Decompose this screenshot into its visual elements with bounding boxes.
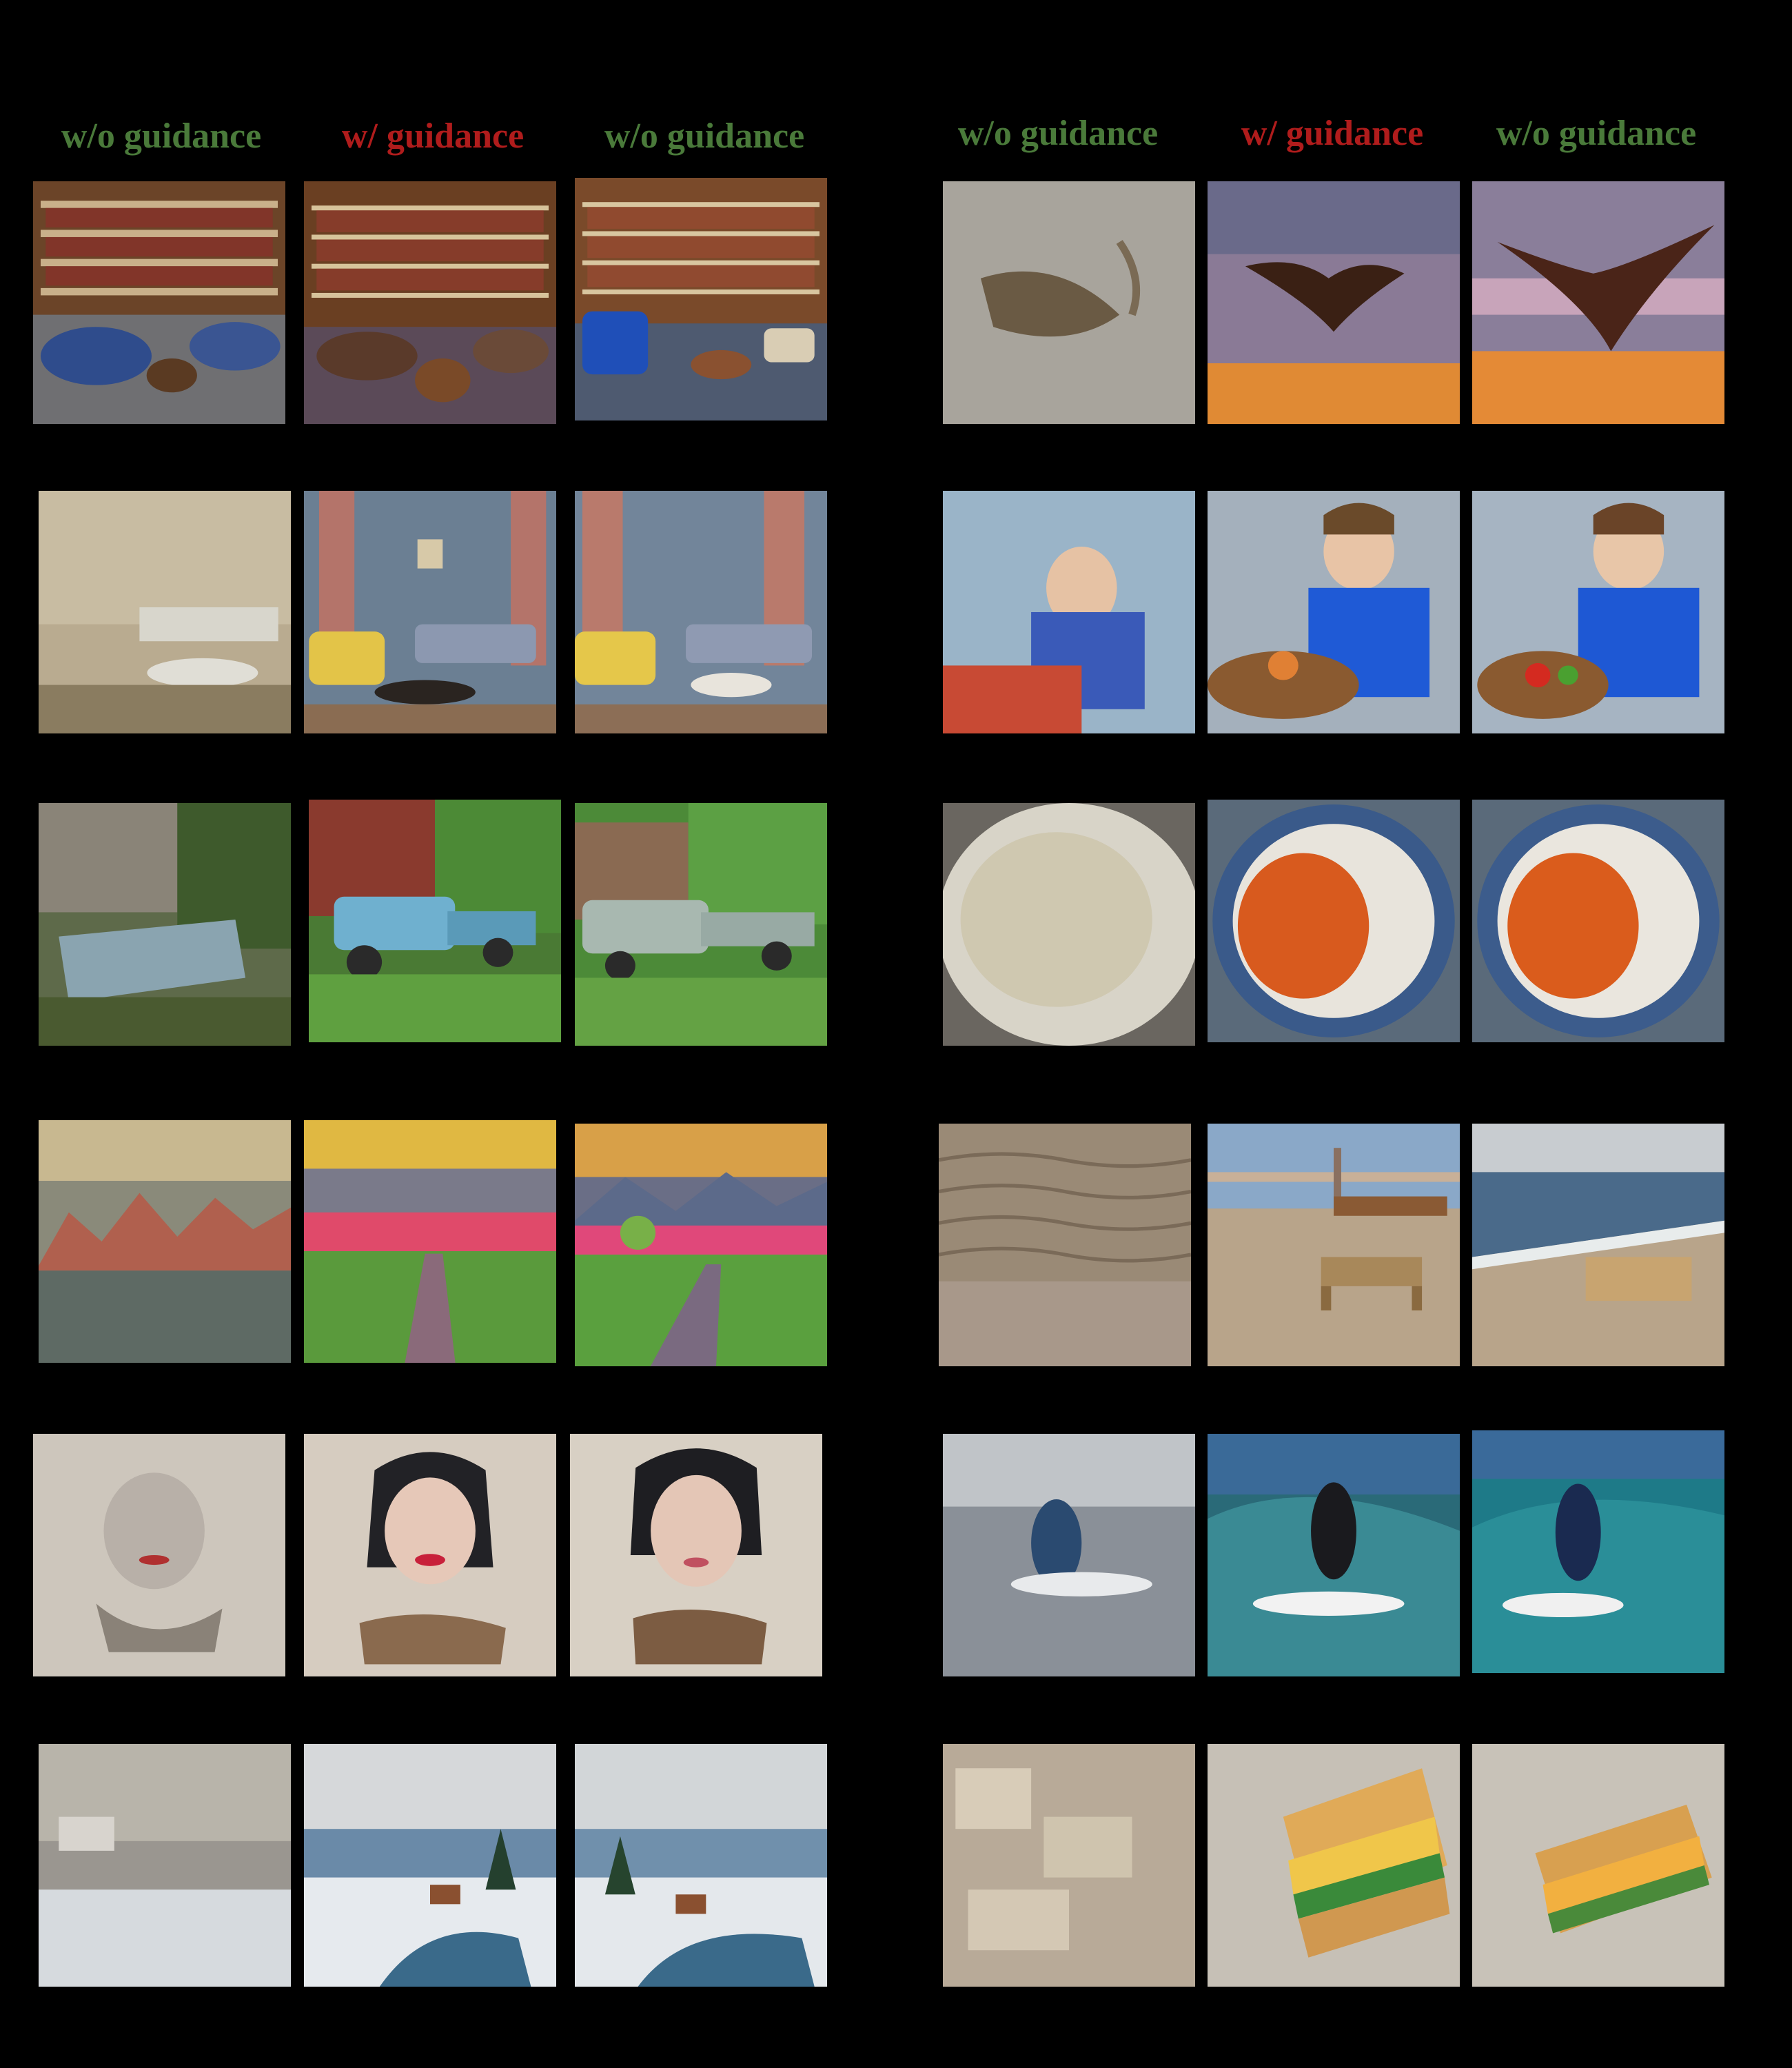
image-truck-unguided <box>39 803 291 1046</box>
image-hawk-guided <box>1208 181 1460 424</box>
image-boy-guided <box>1208 491 1460 733</box>
image-sandwiches-unguided <box>943 1744 1195 1987</box>
image-curry-unguided-2 <box>1472 800 1724 1042</box>
image-surfer-unguided-2 <box>1472 1430 1724 1673</box>
image-bowl-unguided <box>943 803 1195 1046</box>
image-portrait-guided <box>304 1434 556 1676</box>
image-beach-bench-shore <box>1472 1124 1724 1366</box>
image-living-room-guided <box>304 491 556 733</box>
image-library-unguided <box>33 181 285 424</box>
image-winter-guided <box>304 1744 556 1987</box>
image-hawk-unguided-2 <box>1472 181 1724 424</box>
image-landscape-unguided-2 <box>575 1124 827 1366</box>
image-surfer-guided <box>1208 1434 1460 1676</box>
image-winter-guided-2 <box>575 1744 827 1987</box>
image-library-unguided-2 <box>575 178 827 420</box>
image-curry-guided <box>1208 800 1460 1042</box>
header-left-col1: w/o guidance <box>61 116 262 156</box>
image-bird-unguided <box>943 181 1195 424</box>
image-surfer-unguided <box>943 1434 1195 1676</box>
image-sandwich-guided <box>1208 1744 1460 1987</box>
image-portrait-guided-2 <box>570 1434 822 1676</box>
image-truck-unguided-2 <box>575 803 827 1046</box>
image-boy-vegetables <box>1472 491 1724 733</box>
header-right-col3: w/o guidance <box>1496 114 1697 153</box>
image-landscape-guided <box>304 1120 556 1363</box>
image-living-room-guided-2 <box>575 491 827 733</box>
header-right-col2: w/ guidance <box>1241 114 1424 153</box>
image-library-guided <box>304 181 556 424</box>
image-truck-guided <box>309 800 561 1042</box>
image-sand-unguided <box>939 1124 1191 1366</box>
header-right-col1: w/o guidance <box>957 114 1159 153</box>
header-left-col2: w/ guidance <box>341 116 525 156</box>
image-living-room-unguided <box>39 491 291 733</box>
image-portrait-unguided <box>33 1434 285 1676</box>
image-beach-bench-guided <box>1208 1124 1460 1366</box>
image-sandwich-unguided-2 <box>1472 1744 1724 1987</box>
image-landscape-unguided <box>39 1120 291 1363</box>
image-winter-unguided <box>39 1744 291 1987</box>
image-boy-unguided <box>943 491 1195 733</box>
header-left-col3: w/o guidance <box>604 116 805 156</box>
